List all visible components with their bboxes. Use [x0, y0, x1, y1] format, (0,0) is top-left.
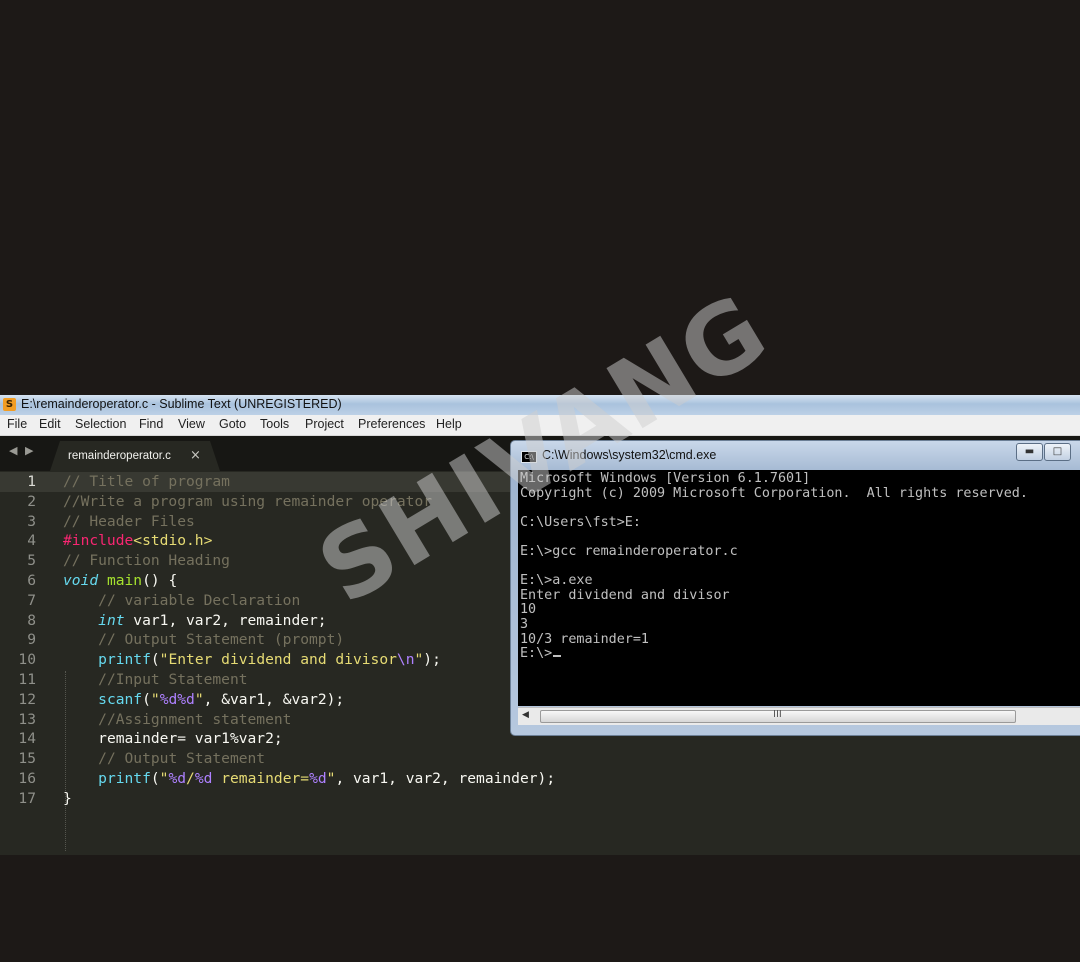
- menu-find[interactable]: Find: [139, 417, 163, 431]
- code-text: // Function Heading: [63, 552, 230, 570]
- console-line: Copyright (c) 2009 Microsoft Corporation…: [520, 485, 1028, 501]
- menu-preferences[interactable]: Preferences: [358, 417, 425, 431]
- console-cursor: [553, 655, 562, 658]
- tab-nav-arrows-icon[interactable]: ◀ ▶: [9, 444, 35, 457]
- scroll-grip-icon: III: [773, 709, 782, 720]
- code-text: // Title of program: [63, 473, 230, 490]
- line-number: 16: [18, 770, 36, 787]
- console-line: Enter dividend and divisor: [520, 587, 730, 603]
- console-line: E:\>gcc remainderoperator.c: [520, 544, 738, 559]
- menu-selection[interactable]: Selection: [75, 417, 126, 431]
- line-number: 5: [27, 552, 36, 570]
- menu-project[interactable]: Project: [305, 417, 344, 431]
- code-text: }: [63, 789, 72, 807]
- console-line: 10: [520, 602, 537, 618]
- code-line[interactable]: 16 printf("%d/%d remainder=%d", var1, va…: [0, 769, 1080, 789]
- line-number: 14: [18, 730, 36, 748]
- sublime-app-icon: S: [3, 398, 16, 411]
- line-number: 7: [27, 591, 36, 609]
- menu-tools[interactable]: Tools: [260, 417, 289, 431]
- line-number: 3: [27, 512, 36, 530]
- tab-label: remainderoperator.c: [68, 450, 171, 462]
- maximize-button[interactable]: □: [1044, 443, 1071, 461]
- line-number: 13: [18, 710, 36, 728]
- code-line[interactable]: 15 // Output Statement: [0, 749, 1080, 769]
- console-line: 3: [520, 617, 529, 632]
- code-text: printf("Enter dividend and divisor\n");: [98, 651, 441, 669]
- line-number: 6: [27, 572, 36, 589]
- console-line: C:\Users\fst>E:: [520, 514, 641, 530]
- line-number: 2: [27, 492, 36, 510]
- menu-goto[interactable]: Goto: [219, 417, 246, 431]
- code-text: // Output Statement (prompt): [98, 631, 345, 649]
- horizontal-scrollbar[interactable]: ◀ III: [518, 707, 1080, 725]
- cmd-window: C:\ C:\Windows\system32\cmd.exe ▬ □ Micr…: [510, 440, 1080, 736]
- tab-remainderoperator[interactable]: remainderoperator.c ×: [50, 441, 220, 471]
- line-number: 17: [18, 789, 36, 807]
- code-text: scanf("%d%d", &var1, &var2);: [98, 690, 345, 708]
- code-text: void main() {: [63, 572, 178, 589]
- line-number: 4: [27, 532, 36, 550]
- line-number: 10: [18, 651, 36, 669]
- line-number: 15: [18, 750, 36, 768]
- console-output[interactable]: Microsoft Windows [Version 6.1.7601] Copy…: [518, 470, 1080, 706]
- code-text: // variable Declaration: [98, 591, 301, 609]
- window-title: E:\remainderoperator.c - Sublime Text (U…: [21, 397, 342, 411]
- line-number: 8: [27, 611, 36, 629]
- code-line[interactable]: 17}: [0, 789, 1080, 809]
- minimize-button[interactable]: ▬: [1016, 443, 1043, 461]
- line-number: 12: [18, 690, 36, 708]
- menu-file[interactable]: File: [7, 417, 27, 431]
- line-number: 9: [27, 631, 36, 649]
- scroll-thumb[interactable]: III: [540, 709, 1016, 723]
- code-text: int var1, var2, remainder;: [98, 611, 327, 629]
- menu-edit[interactable]: Edit: [39, 417, 61, 431]
- code-text: // Output Statement: [98, 750, 266, 768]
- code-text: printf("%d/%d remainder=%d", var1, var2,…: [98, 770, 556, 787]
- code-text: remainder= var1%var2;: [98, 730, 283, 748]
- menu-view[interactable]: View: [178, 417, 205, 431]
- code-text: //Input Statement: [98, 671, 248, 688]
- code-text: #include<stdio.h>: [63, 532, 213, 550]
- menu-help[interactable]: Help: [436, 417, 462, 431]
- code-text: // Header Files: [63, 512, 195, 530]
- code-text: //Assignment statement: [98, 710, 292, 728]
- console-line: E:\>a.exe: [520, 573, 593, 589]
- console-line: 10/3 remainder=1: [520, 631, 649, 647]
- line-number: 1: [27, 473, 36, 490]
- line-number: 11: [18, 671, 36, 688]
- scroll-left-icon[interactable]: ◀: [522, 710, 529, 720]
- console-line: E:\>: [520, 647, 562, 662]
- tab-close-icon[interactable]: ×: [190, 448, 201, 463]
